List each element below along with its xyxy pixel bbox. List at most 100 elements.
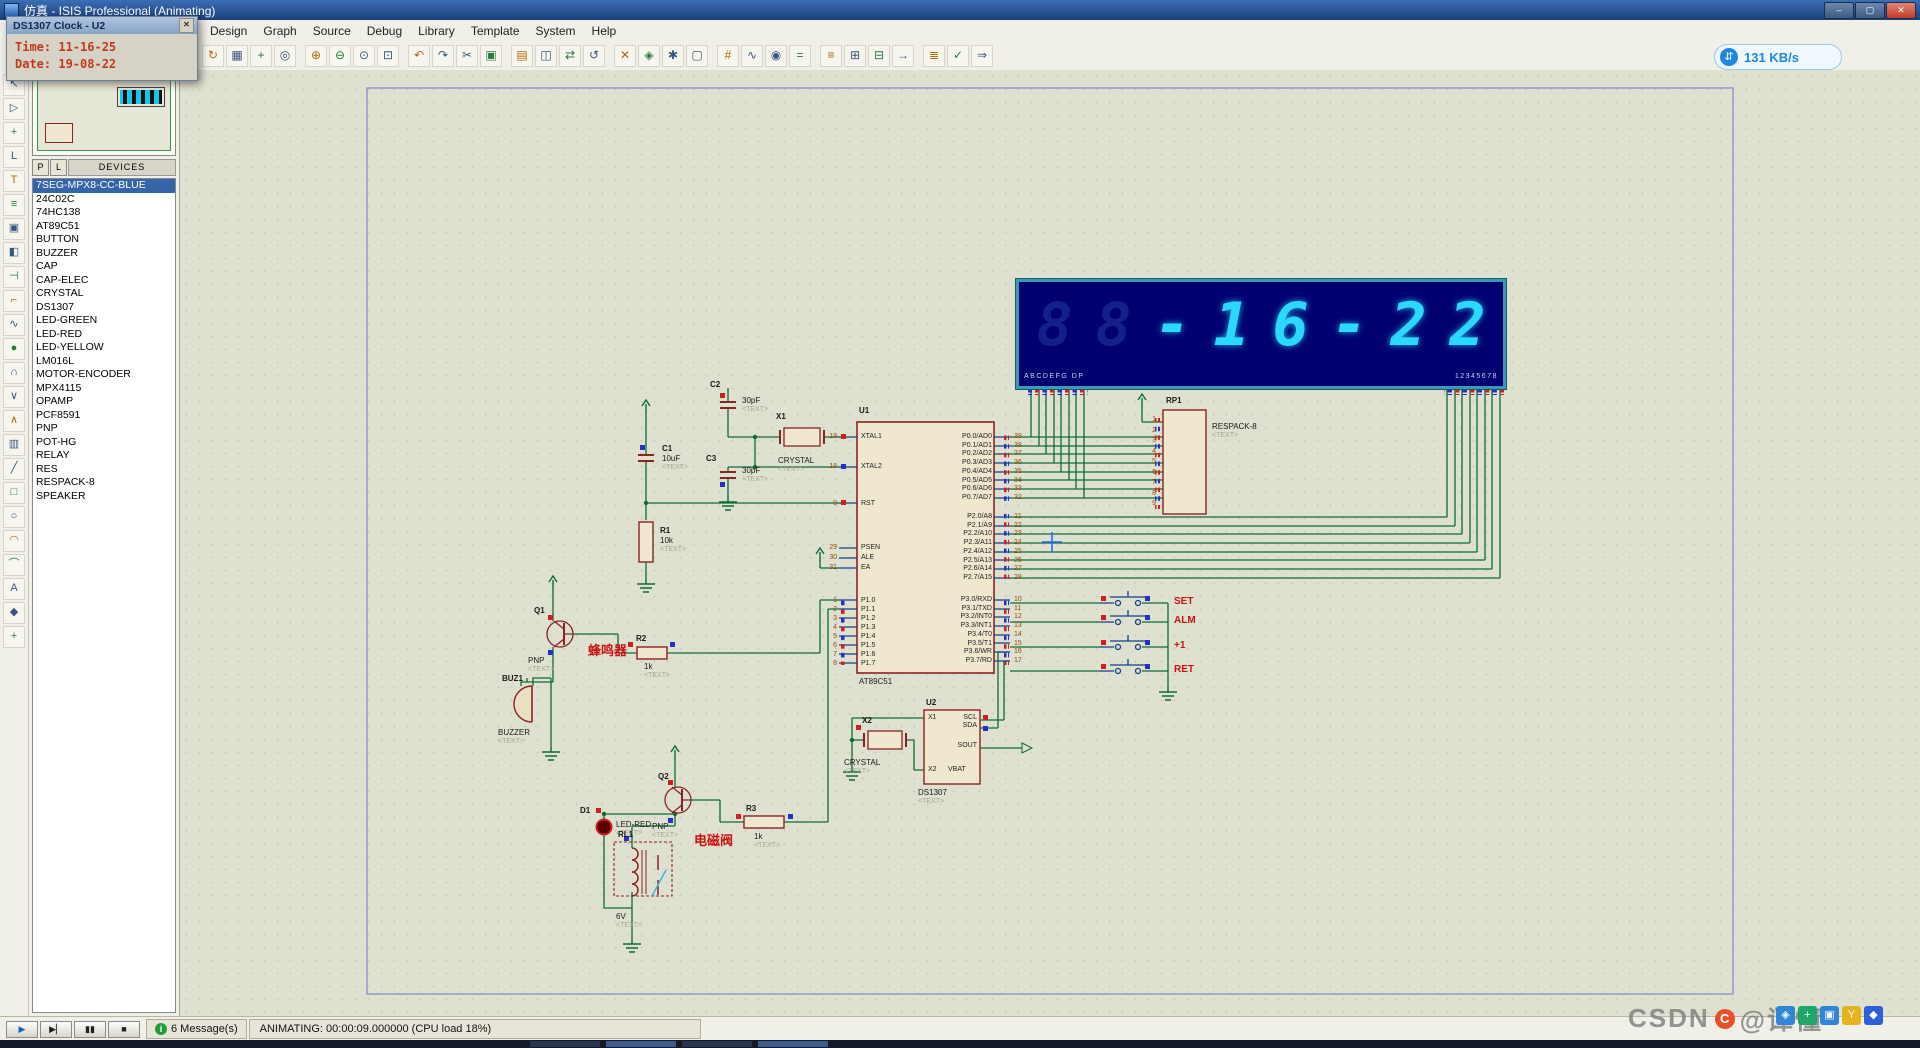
device-list-item[interactable]: CAP [33,260,175,274]
c1-capacitor[interactable] [638,454,654,462]
cut-icon[interactable]: ✂ [456,45,478,67]
block-rotate-icon[interactable]: ↺ [583,45,605,67]
device-list-item[interactable]: RES [33,463,175,477]
device-list-item[interactable]: SPEAKER [33,490,175,504]
electrical-check-icon[interactable]: ✓ [947,45,969,67]
zoom-in-icon[interactable]: ⊕ [305,45,327,67]
virtual-instruments-mode-icon[interactable]: ▥ [3,434,25,456]
step-button[interactable]: ▶▏ [40,1020,72,1038]
device-list-item[interactable]: CRYSTAL [33,287,175,301]
tray-icon-4[interactable]: Y [1842,1006,1861,1025]
2d-text-mode-icon[interactable]: A [3,578,25,600]
packaging-tool-icon[interactable]: ▢ [686,45,708,67]
schematic-canvas[interactable]: 88-16-22 ABCDEFG DP 12345678 U1 AT89C51 … [180,70,1920,1016]
graph-mode-icon[interactable]: ∿ [3,314,25,336]
property-assignment-icon[interactable]: = [789,45,811,67]
device-list-item[interactable]: 74HC138 [33,206,175,220]
2d-marker-mode-icon[interactable]: + [3,626,25,648]
device-list-item[interactable]: POT-HG [33,436,175,450]
menu-item[interactable]: Debug [359,22,410,40]
false-origin-icon[interactable]: + [250,45,272,67]
tray-icon-3[interactable]: ▣ [1820,1006,1839,1025]
zoom-all-icon[interactable]: ⊙ [353,45,375,67]
menu-item[interactable]: Library [410,22,463,40]
taskbar-window-button[interactable] [758,1041,828,1047]
buz1-buzzer[interactable] [513,685,533,723]
intersheet-terminal-mode-icon[interactable]: ⊣ [3,266,25,288]
device-list-item[interactable]: CAP-ELEC [33,274,175,288]
library-button[interactable]: L [50,159,67,176]
device-list-item[interactable]: LM016L [33,355,175,369]
device-list-item[interactable]: LED-GREEN [33,314,175,328]
d1-led[interactable] [595,818,613,836]
block-copy-icon[interactable]: ◫ [535,45,557,67]
menu-item[interactable]: Template [463,22,528,40]
tray-icon-1[interactable]: ◈ [1776,1006,1795,1025]
block-move-icon[interactable]: ⇄ [559,45,581,67]
text-script-mode-icon[interactable]: T [3,170,25,192]
menu-item[interactable]: System [528,22,584,40]
window-titlebar[interactable]: 仿真 - ISIS Professional (Animating) – ▢ ✕ [0,0,1920,20]
minimize-button[interactable]: – [1824,2,1854,19]
pick-parts-button[interactable]: P [32,159,49,176]
design-explorer-icon[interactable]: ≡ [820,45,842,67]
device-list-item[interactable]: MPX4115 [33,382,175,396]
2d-line-mode-icon[interactable]: ╱ [3,458,25,480]
tray-icon-5[interactable]: ◆ [1864,1006,1883,1025]
paste-icon[interactable]: ▤ [511,45,533,67]
pick-device-icon[interactable]: ◈ [638,45,660,67]
device-list-item[interactable]: BUZZER [33,247,175,261]
make-device-icon[interactable]: ✱ [662,45,684,67]
decompose-icon[interactable]: # [717,45,739,67]
rl1-relay[interactable] [613,841,673,897]
new-sheet-icon[interactable]: ⊞ [844,45,866,67]
push-buttons[interactable] [1100,591,1146,675]
device-list-item[interactable]: DS1307 [33,301,175,315]
q2-pnp-transistor[interactable] [664,786,692,814]
seven-seg-display[interactable]: 88-16-22 ABCDEFG DP 12345678 [1016,279,1506,389]
junction-dot-mode-icon[interactable]: + [3,122,25,144]
subcircuit-mode-icon[interactable]: ▣ [3,218,25,240]
x2-crystal[interactable] [863,730,907,750]
2d-circle-mode-icon[interactable]: ○ [3,506,25,528]
zoom-area-icon[interactable]: ⊡ [377,45,399,67]
tray-icon-2[interactable]: + [1798,1006,1817,1025]
menu-item[interactable]: Help [584,22,625,40]
2d-box-mode-icon[interactable]: □ [3,482,25,504]
c2-capacitor[interactable] [720,401,736,409]
device-list-item[interactable]: RELAY [33,449,175,463]
device-list-item[interactable]: 7SEG-MPX8-CC-BLUE [33,179,175,193]
r1-resistor[interactable] [638,521,654,563]
popup-close-icon[interactable]: ✕ [179,18,194,33]
device-list-item[interactable]: LED-YELLOW [33,341,175,355]
taskbar[interactable] [0,1040,1920,1048]
wire-label-mode-icon[interactable]: L [3,146,25,168]
device-list-item[interactable]: AT89C51 [33,220,175,234]
zoom-out-icon[interactable]: ⊖ [329,45,351,67]
rp1-respack[interactable] [1162,409,1207,515]
voltage-probe-mode-icon[interactable]: ∨ [3,386,25,408]
device-list-item[interactable]: PNP [33,422,175,436]
c3-capacitor[interactable] [720,471,736,479]
2d-arc-mode-icon[interactable]: ◠ [3,530,25,552]
taskbar-window-button[interactable] [682,1041,752,1047]
r2-resistor[interactable] [636,646,668,660]
bom-icon[interactable]: ≣ [923,45,945,67]
stop-button[interactable]: ■ [108,1020,140,1038]
device-pins-mode-icon[interactable]: ⌐ [3,290,25,312]
menu-item[interactable]: Source [305,22,359,40]
q1-pnp-transistor[interactable] [546,620,574,648]
device-list-item[interactable]: OPAMP [33,395,175,409]
current-probe-mode-icon[interactable]: ∧ [3,410,25,432]
wire-autorouter-icon[interactable]: ∿ [741,45,763,67]
goto-sheet-icon[interactable]: → [892,45,914,67]
device-list-item[interactable]: BUTTON [33,233,175,247]
device-list-item[interactable]: LED-RED [33,328,175,342]
component-mode-icon[interactable]: ▷ [3,98,25,120]
copy-icon[interactable]: ▣ [480,45,502,67]
device-list[interactable]: 7SEG-MPX8-CC-BLUE 24C02C 74HC138 AT89C51 BUT… [32,178,176,1013]
device-list-item[interactable]: MOTOR-ENCODER [33,368,175,382]
device-list-item[interactable]: PCF8591 [33,409,175,423]
pan-icon[interactable]: ◎ [274,45,296,67]
taskbar-window-button[interactable] [606,1041,676,1047]
